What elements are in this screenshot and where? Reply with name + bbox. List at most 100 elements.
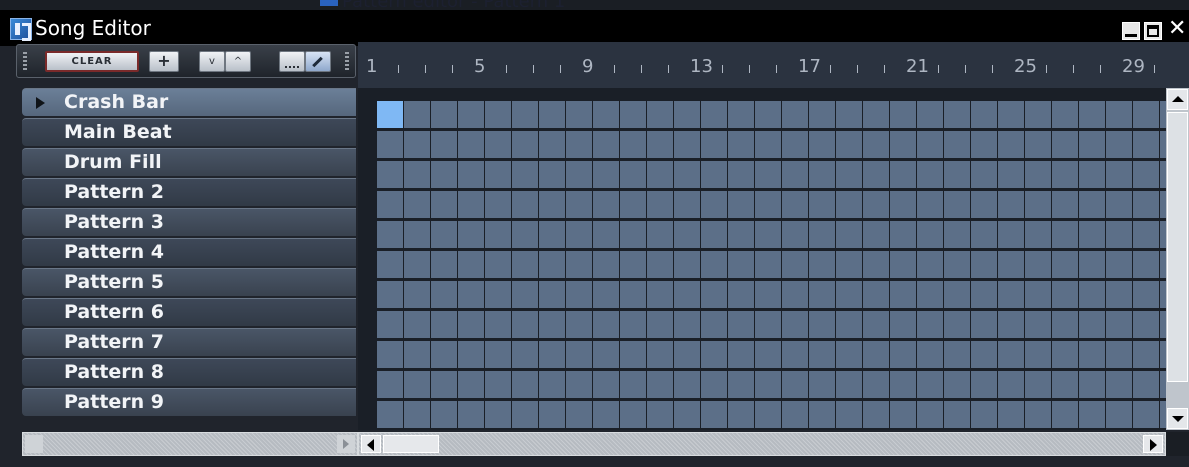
grid-cell[interactable]	[1079, 371, 1105, 398]
grid-cell[interactable]	[674, 191, 700, 218]
scroll-right-button[interactable]	[1143, 435, 1163, 453]
grid-cell[interactable]	[728, 161, 754, 188]
grid-cell[interactable]	[404, 371, 430, 398]
grid-cell[interactable]	[890, 371, 916, 398]
grid-cell[interactable]	[458, 401, 484, 428]
grid-cell[interactable]	[431, 191, 457, 218]
grid-cell[interactable]	[674, 371, 700, 398]
grid-cell[interactable]	[431, 101, 457, 128]
grid-cell[interactable]	[485, 161, 511, 188]
grid-cell[interactable]	[755, 101, 781, 128]
grid-cell[interactable]	[1133, 401, 1159, 428]
grid-cell[interactable]	[377, 251, 403, 278]
grid-cell[interactable]	[782, 311, 808, 338]
vertical-scrollbar[interactable]	[1166, 88, 1189, 430]
grid-cell[interactable]	[1106, 281, 1132, 308]
grid-cell[interactable]	[1106, 221, 1132, 248]
grid-cell[interactable]	[890, 401, 916, 428]
grid-cell[interactable]	[647, 371, 673, 398]
grid-cell[interactable]	[944, 101, 970, 128]
grid-cell[interactable]	[863, 251, 889, 278]
minimize-button[interactable]	[1122, 22, 1140, 40]
grid-cell[interactable]	[701, 131, 727, 158]
grid-cell[interactable]	[404, 281, 430, 308]
grid-cell[interactable]	[674, 221, 700, 248]
grid-cell[interactable]	[458, 371, 484, 398]
grid-cell[interactable]	[998, 341, 1024, 368]
grid-cell[interactable]	[485, 191, 511, 218]
grid-cell[interactable]	[620, 131, 646, 158]
grid-cell[interactable]	[1025, 161, 1051, 188]
select-mode-button[interactable]	[279, 51, 305, 72]
grid-cell[interactable]	[1025, 251, 1051, 278]
grid-cell[interactable]	[701, 281, 727, 308]
grid-cell[interactable]	[485, 131, 511, 158]
grid-cell[interactable]	[566, 401, 592, 428]
grid-cell[interactable]	[809, 311, 835, 338]
grid-cell[interactable]	[1106, 131, 1132, 158]
grid-cell[interactable]	[971, 221, 997, 248]
grid-cell[interactable]	[674, 251, 700, 278]
grid-cell[interactable]	[1052, 191, 1078, 218]
grid-cell[interactable]	[1079, 101, 1105, 128]
grid-cell[interactable]	[1052, 161, 1078, 188]
grid-cell[interactable]	[674, 101, 700, 128]
grid-cell[interactable]	[917, 401, 943, 428]
grid-cell-active[interactable]	[377, 101, 403, 128]
pattern-item[interactable]: Crash Bar	[22, 88, 356, 116]
grid-cell[interactable]	[944, 131, 970, 158]
grid-cell[interactable]	[1025, 371, 1051, 398]
grid-cell[interactable]	[836, 401, 862, 428]
grid-cell[interactable]	[512, 131, 538, 158]
grid-cell[interactable]	[458, 161, 484, 188]
grid-cell[interactable]	[566, 221, 592, 248]
grid-cell[interactable]	[863, 221, 889, 248]
grid-cell[interactable]	[917, 131, 943, 158]
scroll-up-button[interactable]	[1167, 89, 1188, 110]
grid-cell[interactable]	[755, 311, 781, 338]
grid-cell[interactable]	[782, 191, 808, 218]
grid-cell[interactable]	[539, 311, 565, 338]
grid-cell[interactable]	[755, 401, 781, 428]
grid-cell[interactable]	[836, 341, 862, 368]
grid-cell[interactable]	[755, 281, 781, 308]
grid-cell[interactable]	[890, 161, 916, 188]
grid-cell[interactable]	[1106, 191, 1132, 218]
grid-cell[interactable]	[620, 341, 646, 368]
pattern-item[interactable]: Pattern 4	[22, 238, 356, 266]
grid-cell[interactable]	[1025, 311, 1051, 338]
pattern-item[interactable]: Main Beat	[22, 118, 356, 146]
grid-cell[interactable]	[1106, 371, 1132, 398]
grid-cell[interactable]	[1079, 401, 1105, 428]
grid-cell[interactable]	[512, 311, 538, 338]
grid-cell[interactable]	[809, 101, 835, 128]
grid-cell[interactable]	[728, 341, 754, 368]
grid-cell[interactable]	[674, 161, 700, 188]
grid-cell[interactable]	[539, 401, 565, 428]
grid-cell[interactable]	[1052, 251, 1078, 278]
horizontal-scroll-thumb[interactable]	[383, 435, 439, 453]
grid-cell[interactable]	[1106, 101, 1132, 128]
grid-cell[interactable]	[404, 341, 430, 368]
grid-cell[interactable]	[809, 131, 835, 158]
grid-cell[interactable]	[1052, 131, 1078, 158]
grid-cell[interactable]	[512, 341, 538, 368]
grid-cell[interactable]	[782, 281, 808, 308]
grid-cell[interactable]	[836, 161, 862, 188]
grid-cell[interactable]	[782, 101, 808, 128]
grid-cell[interactable]	[836, 131, 862, 158]
grid-cell[interactable]	[485, 311, 511, 338]
grid-cell[interactable]	[1133, 101, 1159, 128]
grid-cell[interactable]	[998, 281, 1024, 308]
grid-cell[interactable]	[863, 161, 889, 188]
grid-cell[interactable]	[917, 341, 943, 368]
grid-cell[interactable]	[539, 251, 565, 278]
grid-cell[interactable]	[809, 401, 835, 428]
grid-cell[interactable]	[971, 371, 997, 398]
grid-cell[interactable]	[890, 101, 916, 128]
grid-cell[interactable]	[458, 251, 484, 278]
grid-cell[interactable]	[890, 281, 916, 308]
draw-mode-button[interactable]	[305, 51, 331, 72]
grid-cell[interactable]	[701, 311, 727, 338]
grid-cell[interactable]	[728, 311, 754, 338]
